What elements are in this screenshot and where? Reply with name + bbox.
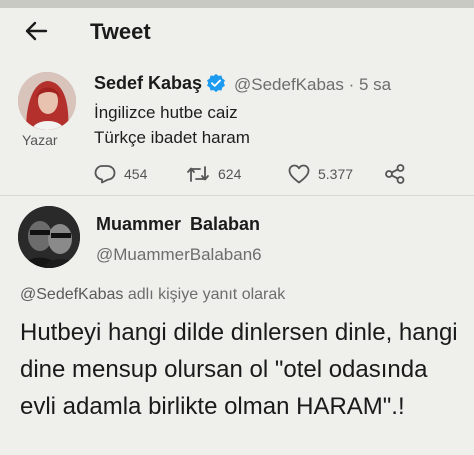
tweet-line: Türkçe ibadet haram	[94, 128, 250, 147]
retweet-icon	[187, 166, 209, 182]
tweet-line: İngilizce hutbe caiz	[94, 103, 238, 122]
reply-button[interactable]: 454	[94, 162, 147, 186]
tweet-header: Tweet	[0, 8, 474, 54]
like-button[interactable]: 5.377	[288, 162, 353, 186]
share-icon	[385, 164, 405, 184]
reply-icon	[94, 165, 116, 184]
author-name-text[interactable]: Sedef Kabaş	[94, 73, 202, 93]
author-name[interactable]: Sedef Kabaş	[94, 73, 226, 94]
tweet-text: Hutbeyi hangi dilde dinlersen dinle, han…	[20, 319, 458, 420]
verified-badge-icon	[207, 73, 225, 92]
retweet-count: 624	[218, 166, 242, 182]
avatar[interactable]	[18, 72, 76, 130]
author-handle[interactable]: @MuammerBalaban6	[96, 245, 262, 265]
retweet-button[interactable]: 624	[186, 162, 241, 186]
reply-count: 454	[124, 166, 148, 182]
tweet-actions: 454 624 5.377	[94, 162, 454, 186]
author-handle[interactable]: @SedefKabas · 5 sa	[234, 75, 391, 95]
reply-context: @SedefKabas adlı kişiye yanıt olarak	[20, 286, 285, 304]
original-tweet[interactable]: Yazar Sedef Kabaş @SedefKabas · 5 sa İng…	[0, 60, 474, 195]
heart-icon	[288, 164, 310, 184]
tweet-text: İngilizce hutbe caiz Türkçe ibadet haram	[94, 100, 250, 150]
reply-tweet[interactable]: Muammer Balaban @MuammerBalaban6 @SedefK…	[0, 200, 474, 455]
cropped-top-strip	[0, 0, 474, 8]
page-title: Tweet	[90, 19, 151, 44]
reply-to-link[interactable]: @SedefKabas	[20, 286, 123, 303]
share-button[interactable]	[384, 162, 414, 186]
arrow-left-icon[interactable]	[24, 20, 48, 42]
reply-context-text: adlı kişiye yanıt olarak	[123, 286, 286, 303]
like-count: 5.377	[318, 166, 354, 182]
avatar-caption: Yazar	[22, 132, 58, 148]
author-name[interactable]: Muammer Balaban	[96, 214, 260, 235]
avatar[interactable]	[18, 206, 80, 268]
divider	[0, 195, 474, 196]
